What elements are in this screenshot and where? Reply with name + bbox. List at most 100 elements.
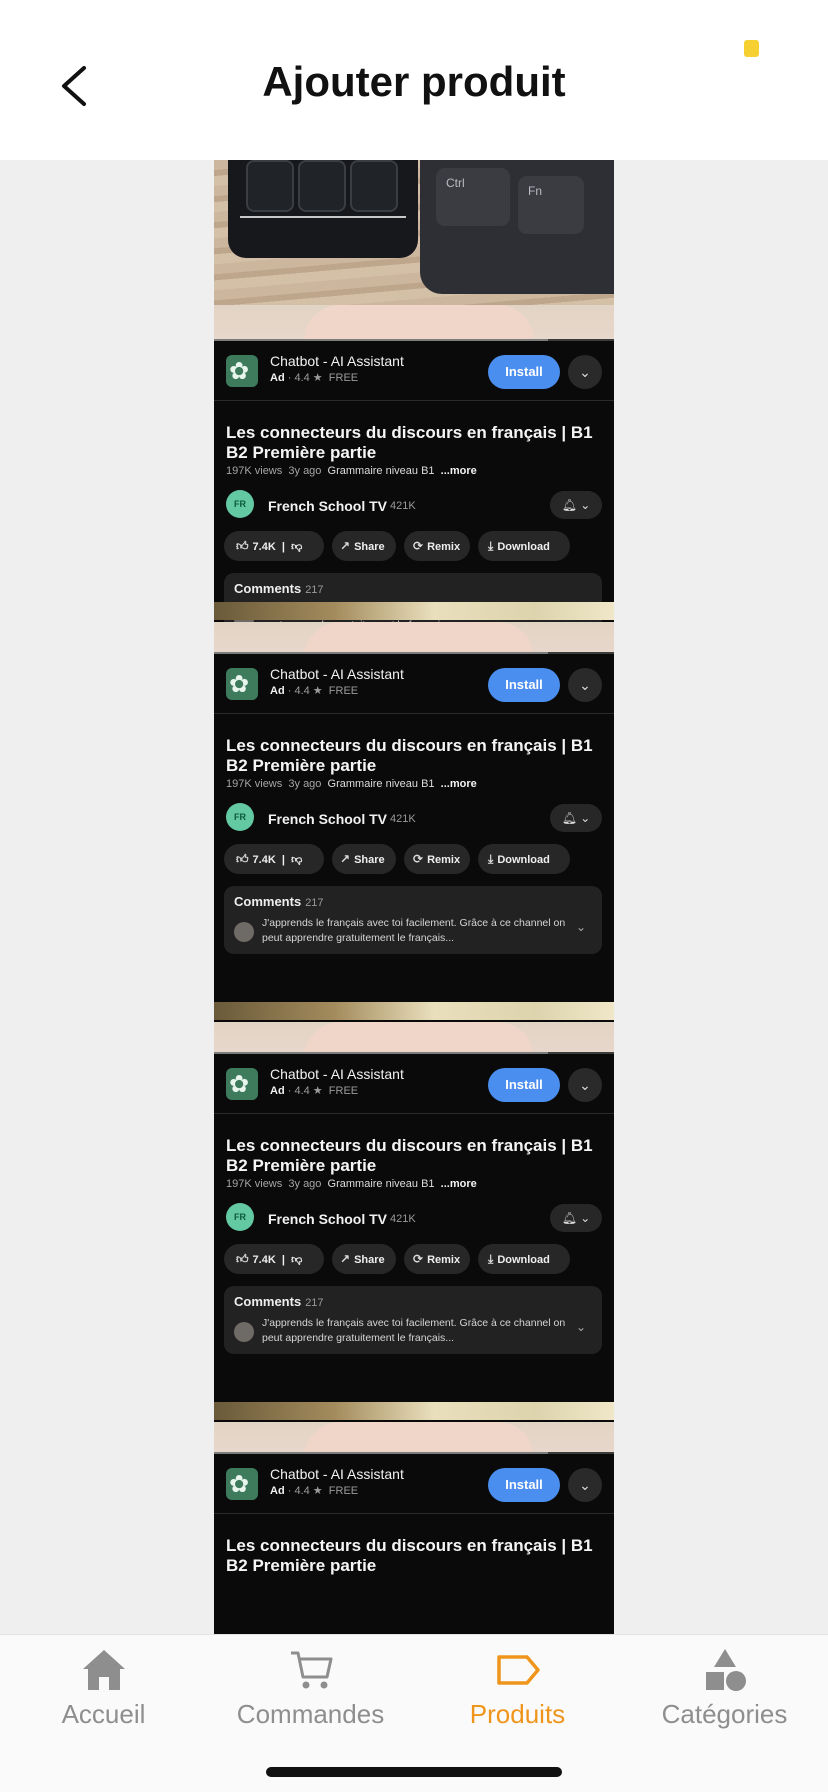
header: Ajouter produit [0,0,828,160]
ctrl-key: Ctrl [436,168,510,226]
video-meta[interactable]: 197K views 3y ago Grammaire niveau B1 ..… [226,465,477,477]
ad-app-name: Chatbot - AI Assistant [270,353,404,369]
home-indicator [266,1767,562,1777]
thumbs-down-icon: 👎︎ [291,1254,303,1266]
install-button[interactable]: Install [488,355,560,389]
share-icon: ↗ [340,852,351,866]
ad-app-name: Chatbot - AI Assistant [270,666,404,682]
video-meta[interactable]: 197K views 3y ago Grammaire niveau B1 ..… [226,778,477,790]
channel-subscribers: 421K [390,813,416,825]
share-button[interactable]: ↗ Share [332,844,396,874]
download-button[interactable]: ⤓ Download [478,531,570,561]
like-button[interactable]: 👍︎ 7.4K | 👎︎ [224,1244,324,1274]
like-button[interactable]: 👍︎ 7.4K | 👎︎ [224,844,324,874]
keyboard-photo: Ctrl Fn [214,160,614,305]
screenshot-strip[interactable]: Ctrl Fn ✿ Chatbot - AI Assistant Ad · 4.… [214,160,614,1634]
video-title: Les connecteurs du discours en français … [226,1136,593,1175]
like-button[interactable]: 👍︎ 7.4K | 👎︎ [224,531,324,561]
video-card: ✿ Chatbot - AI Assistant Ad · 4.4 ★ FREE… [214,1402,614,1634]
remix-button[interactable]: ⟳ Remix [404,844,470,874]
action-row: 👍︎ 7.4K | 👎︎ ↗ Share ⟳ Remix ⤓ Download [224,531,614,561]
remix-button[interactable]: ⟳ Remix [404,531,470,561]
channel-avatar[interactable]: FR [226,490,254,518]
cart-icon [290,1651,332,1689]
tab-bar: Accueil Commandes Produits Catégories [0,1634,828,1792]
chevron-down-icon[interactable]: ⌄ [568,355,602,389]
chevron-down-icon[interactable]: ⌄ [576,1320,586,1334]
action-row: 👍︎ 7.4K | 👎︎ ↗ Share ⟳ Remix ⤓ Download [224,1244,614,1274]
top-comment: J'apprends le français avec toi facileme… [262,917,566,944]
tab-label: Catégories [661,1699,788,1729]
chevron-down-icon[interactable]: ⌄ [568,1468,602,1502]
thumbs-up-icon: 👍︎ [236,1252,249,1266]
channel-name[interactable]: French School TV [268,811,387,827]
comments-panel[interactable]: Comments217 J'apprends le français avec … [224,1286,602,1354]
remix-icon: ⟳ [413,1252,424,1266]
ad-row[interactable]: ✿ Chatbot - AI Assistant Ad · 4.4 ★ FREE… [214,341,614,401]
ad-meta: Ad · 4.4 ★ FREE [270,372,359,384]
bell-icon[interactable]: 🔔︎ ⌄ [550,491,602,519]
video-thumbnail [214,1022,614,1058]
product-image-preview: Ctrl Fn ✿ Chatbot - AI Assistant Ad · 4.… [0,160,828,1634]
ad-row[interactable]: ✿ Chatbot - AI Assistant Ad · 4.4 ★ FREE… [214,1454,614,1514]
install-button[interactable]: Install [488,1068,560,1102]
tab-commandes[interactable]: Commandes [207,1635,414,1745]
tag-icon [496,1655,540,1685]
install-button[interactable]: Install [488,1468,560,1502]
ad-app-name: Chatbot - AI Assistant [270,1066,404,1082]
video-thumbnail-top [214,1002,614,1020]
tab-produits[interactable]: Produits [414,1635,621,1745]
fn-key: Fn [518,176,584,234]
ad-row[interactable]: ✿ Chatbot - AI Assistant Ad · 4.4 ★ FREE… [214,654,614,714]
status-indicator [744,40,759,57]
channel-name[interactable]: French School TV [268,1211,387,1227]
share-button[interactable]: ↗ Share [332,1244,396,1274]
chevron-down-icon[interactable]: ⌄ [576,920,586,934]
tab-accueil[interactable]: Accueil [0,1635,207,1745]
action-row: 👍︎ 7.4K | 👎︎ ↗ Share ⟳ Remix ⤓ Download [224,844,614,874]
ad-meta: Ad · 4.4 ★ FREE [270,685,359,697]
download-icon: ⤓ [488,539,494,553]
channel-subscribers: 421K [390,1213,416,1225]
ad-meta: Ad · 4.4 ★ FREE [270,1085,359,1097]
channel-avatar[interactable]: FR [226,1203,254,1231]
channel-name[interactable]: French School TV [268,498,387,514]
commenter-avatar [234,1322,254,1342]
video-card: ✿ Chatbot - AI Assistant Ad · 4.4 ★ FREE… [214,1002,614,1402]
video-thumbnail-top [214,602,614,620]
chevron-down-icon[interactable]: ⌄ [568,668,602,702]
video-thumbnail [214,305,614,341]
chatbot-logo-icon: ✿ [226,668,258,700]
share-icon: ↗ [340,539,351,553]
video-meta[interactable]: 197K views 3y ago Grammaire niveau B1 ..… [226,1178,477,1190]
download-icon: ⤓ [488,852,494,866]
thumbs-down-icon: 👎︎ [291,541,303,553]
ad-row[interactable]: ✿ Chatbot - AI Assistant Ad · 4.4 ★ FREE… [214,1054,614,1114]
share-button[interactable]: ↗ Share [332,531,396,561]
tab-label: Produits [469,1699,566,1729]
chatbot-logo-icon: ✿ [226,355,258,387]
page-title: Ajouter produit [262,58,566,105]
chevron-down-icon[interactable]: ⌄ [568,1068,602,1102]
download-icon: ⤓ [488,1252,494,1266]
bell-icon[interactable]: 🔔︎ ⌄ [550,804,602,832]
comments-panel[interactable]: Comments217 J'apprends le français avec … [224,886,602,954]
video-card: ✿ Chatbot - AI Assistant Ad · 4.4 ★ FREE… [214,602,614,1002]
video-thumbnail-top [214,1402,614,1420]
download-button[interactable]: ⤓ Download [478,844,570,874]
remix-button[interactable]: ⟳ Remix [404,1244,470,1274]
ad-app-name: Chatbot - AI Assistant [270,1466,404,1482]
commenter-avatar [234,922,254,942]
thumbs-down-icon: 👎︎ [291,854,303,866]
channel-subscribers: 421K [390,500,416,512]
video-title: Les connecteurs du discours en français … [226,1536,593,1575]
video-thumbnail [214,1422,614,1458]
install-button[interactable]: Install [488,668,560,702]
channel-avatar[interactable]: FR [226,803,254,831]
download-button[interactable]: ⤓ Download [478,1244,570,1274]
home-icon [82,1650,125,1690]
tab-categories[interactable]: Catégories [621,1635,828,1745]
chatbot-logo-icon: ✿ [226,1468,258,1500]
bell-icon[interactable]: 🔔︎ ⌄ [550,1204,602,1232]
ad-meta: Ad · 4.4 ★ FREE [270,1485,359,1497]
